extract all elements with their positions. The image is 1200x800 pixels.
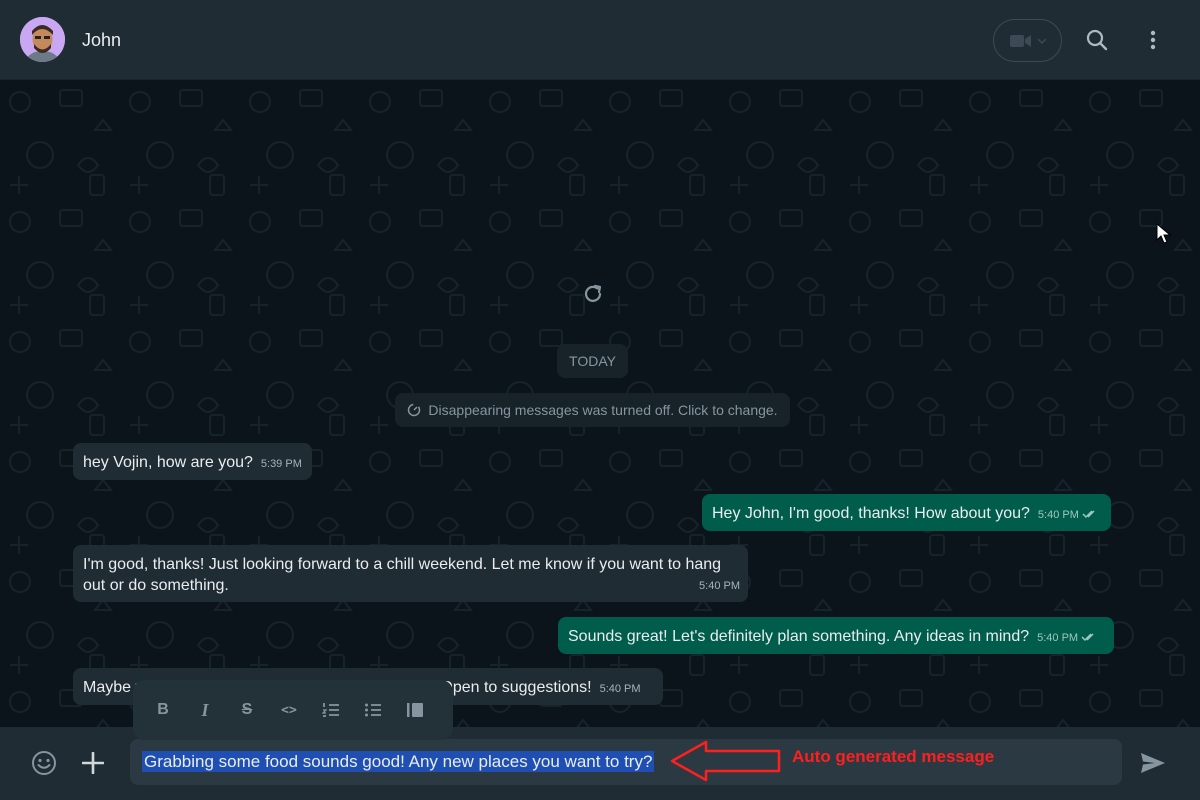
timer-icon [408, 403, 421, 417]
refresh-icon [584, 284, 602, 302]
message-time: 5:40 PM [1037, 632, 1079, 644]
message-time: 5:40 PM [699, 580, 740, 592]
system-message[interactable]: Disappearing messages was turned off. Cl… [395, 393, 790, 427]
italic-button[interactable]: I [193, 698, 217, 722]
code-button[interactable]: <> [277, 698, 301, 722]
bulleted-list-icon [365, 703, 381, 717]
code-icon: <> [281, 702, 297, 718]
message-time: 5:40 PM [1037, 509, 1079, 521]
message-text: hey Vojin, how are you? [83, 454, 253, 471]
send-button[interactable] [1137, 747, 1169, 779]
send-icon [1141, 753, 1165, 773]
message-text: Hey John, I'm good, thanks! How about yo… [712, 505, 1030, 522]
double-check-icon [1081, 633, 1094, 641]
emoji-button[interactable] [28, 747, 60, 779]
chevron-down-icon [1037, 37, 1046, 44]
system-message-text: Disappearing messages was turned off. Cl… [428, 402, 778, 418]
message-outgoing[interactable]: Hey John, I'm good, thanks! How about yo… [702, 494, 1111, 531]
load-more-button[interactable] [568, 269, 618, 319]
message-incoming[interactable]: hey Vojin, how are you? 5:39 PM [73, 443, 312, 480]
message-input-text[interactable]: Grabbing some food sounds good! Any new … [142, 751, 655, 772]
video-call-button[interactable] [993, 19, 1062, 62]
date-divider: TODAY [557, 344, 628, 378]
emoji-icon [32, 751, 56, 775]
attach-button[interactable] [77, 747, 109, 779]
annotation-label: Auto generated message [792, 747, 995, 766]
contact-avatar[interactable] [20, 17, 65, 62]
chat-header: John [0, 0, 1200, 80]
message-outgoing[interactable]: Sounds great! Let's definitely plan some… [558, 617, 1114, 654]
annotation-arrow-icon [670, 740, 781, 782]
strikethrough-button[interactable]: S [235, 698, 259, 722]
menu-icon [1150, 30, 1156, 50]
search-icon [1086, 29, 1108, 51]
avatar-illustration [20, 17, 65, 62]
strikethrough-icon: S [241, 701, 253, 718]
search-button[interactable] [1081, 24, 1113, 56]
menu-button[interactable] [1137, 24, 1169, 56]
bold-button[interactable]: B [151, 698, 175, 722]
message-time: 5:39 PM [260, 458, 302, 470]
quote-button[interactable] [403, 698, 427, 722]
message-text: Sounds great! Let's definitely plan some… [568, 628, 1030, 645]
message-list[interactable]: TODAY Disappearing messages was turned o… [0, 80, 1200, 727]
plus-icon [82, 752, 104, 774]
message-incoming[interactable]: I'm good, thanks! Just looking forward t… [73, 545, 748, 602]
quote-icon [407, 703, 423, 717]
contact-name[interactable]: John [82, 30, 121, 51]
double-check-icon [1082, 510, 1095, 518]
mouse-cursor-icon [1156, 223, 1172, 244]
message-text: I'm good, thanks! Just looking forward t… [83, 556, 722, 594]
numbered-list-icon [322, 703, 339, 717]
video-call-icon [1009, 34, 1031, 47]
bulleted-list-button[interactable] [361, 698, 385, 722]
italic-icon: I [201, 699, 209, 720]
numbered-list-button[interactable] [319, 698, 343, 722]
formatting-toolbar: B I S <> [133, 680, 453, 740]
bold-icon: B [157, 701, 169, 718]
message-time: 5:40 PM [599, 683, 641, 695]
